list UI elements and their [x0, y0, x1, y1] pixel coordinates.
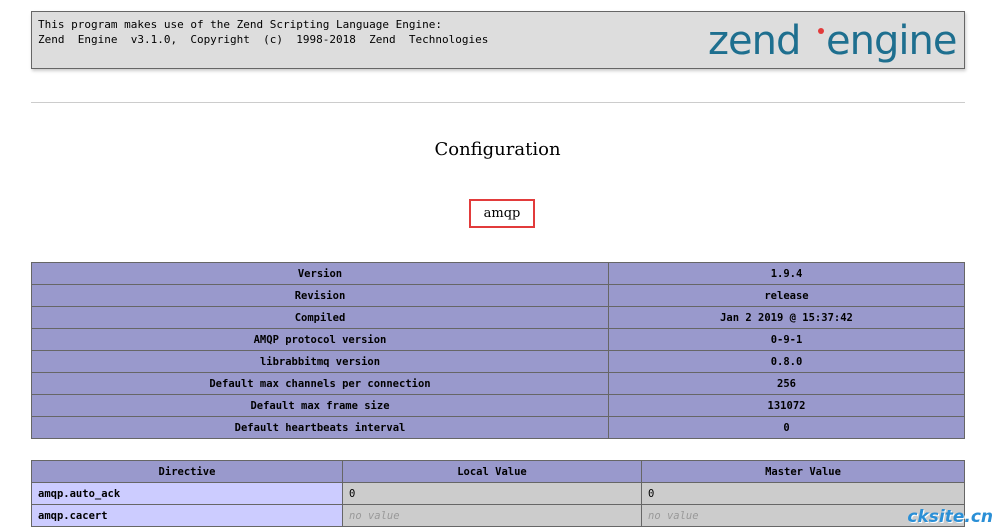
info-label: Default max channels per connection: [31, 372, 609, 395]
zend-banner-text: This program makes use of the Zend Scrip…: [38, 17, 488, 47]
zend-line-1: This program makes use of the Zend Scrip…: [38, 18, 442, 31]
directive-name: amqp.auto_ack: [31, 482, 343, 505]
amqp-info-table: Version 1.9.4 Revision release Compiled …: [31, 262, 965, 439]
info-label: Default heartbeats interval: [31, 416, 609, 439]
local-value: 0: [342, 482, 642, 505]
table-row: AMQP protocol version 0-9-1: [31, 328, 965, 351]
table-row: Version 1.9.4: [31, 262, 965, 285]
amqp-directive-table: Directive Local Value Master Value amqp.…: [31, 460, 965, 527]
zend-engine-logo: zend engine: [708, 18, 957, 64]
info-label: Compiled: [31, 306, 609, 329]
table-row: amqp.cacert no value no value: [31, 504, 965, 527]
info-label: Default max frame size: [31, 394, 609, 417]
header-directive: Directive: [31, 460, 343, 483]
table-row: Default heartbeats interval 0: [31, 416, 965, 439]
zend-logo-word-zend: zend: [708, 18, 800, 64]
zend-banner: This program makes use of the Zend Scrip…: [31, 11, 965, 69]
zend-logo-word-engine: engine: [826, 18, 956, 64]
info-value: release: [608, 284, 965, 307]
info-value: 1.9.4: [608, 262, 965, 285]
table-row: Default max channels per connection 256: [31, 372, 965, 395]
table-header-row: Directive Local Value Master Value: [31, 460, 965, 483]
configuration-heading: Configuration: [434, 139, 561, 160]
table-row: librabbitmq version 0.8.0: [31, 350, 965, 373]
master-value: 0: [641, 482, 965, 505]
extension-heading-amqp[interactable]: amqp: [469, 199, 535, 228]
site-watermark: cksite.cn: [907, 507, 993, 527]
info-label: Revision: [31, 284, 609, 307]
header-master-value: Master Value: [641, 460, 965, 483]
info-value: 0-9-1: [608, 328, 965, 351]
info-label: Version: [31, 262, 609, 285]
header-local-value: Local Value: [342, 460, 642, 483]
table-row: Revision release: [31, 284, 965, 307]
info-value: 256: [608, 372, 965, 395]
info-label: AMQP protocol version: [31, 328, 609, 351]
horizontal-rule: [31, 102, 965, 103]
table-row: Compiled Jan 2 2019 @ 15:37:42: [31, 306, 965, 329]
zend-logo-dot: [818, 28, 824, 34]
info-value: 0.8.0: [608, 350, 965, 373]
zend-line-2: Zend Engine v3.1.0, Copyright (c) 1998-2…: [38, 33, 489, 46]
table-row: amqp.auto_ack 0 0: [31, 482, 965, 505]
info-label: librabbitmq version: [31, 350, 609, 373]
info-value: 131072: [608, 394, 965, 417]
info-value: Jan 2 2019 @ 15:37:42: [608, 306, 965, 329]
table-row: Default max frame size 131072: [31, 394, 965, 417]
directive-name: amqp.cacert: [31, 504, 343, 527]
phpinfo-page: This program makes use of the Zend Scrip…: [0, 0, 995, 528]
info-value: 0: [608, 416, 965, 439]
local-value: no value: [342, 504, 642, 527]
